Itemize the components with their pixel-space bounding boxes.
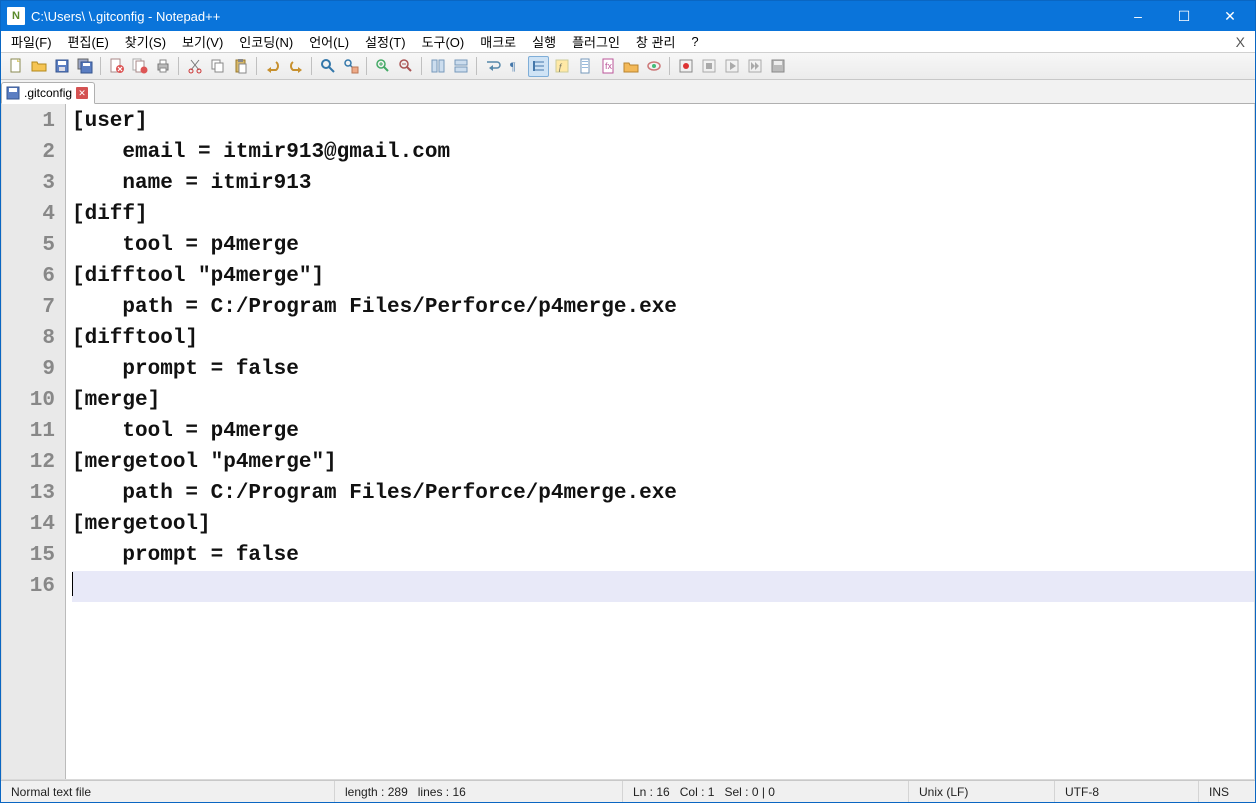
menu-language[interactable]: 언어(L) bbox=[301, 30, 357, 53]
minimize-button[interactable]: – bbox=[1115, 1, 1161, 31]
show-all-chars-icon[interactable]: ¶ bbox=[505, 56, 526, 77]
menu-edit[interactable]: 편집(E) bbox=[60, 30, 117, 53]
maximize-button[interactable]: ☐ bbox=[1161, 1, 1207, 31]
svg-text:fx: fx bbox=[605, 61, 613, 71]
doc-map-icon[interactable] bbox=[574, 56, 595, 77]
tab-gitconfig[interactable]: .gitconfig ✕ bbox=[1, 82, 95, 104]
editor-line: path = C:/Program Files/Perforce/p4merge… bbox=[72, 478, 1254, 509]
redo-icon[interactable] bbox=[285, 56, 306, 77]
editor-line: tool = p4merge bbox=[72, 230, 1254, 261]
menu-encoding[interactable]: 인코딩(N) bbox=[231, 30, 301, 53]
menu-tools[interactable]: 도구(O) bbox=[414, 30, 473, 53]
cut-icon[interactable] bbox=[184, 56, 205, 77]
app-icon-letter: N bbox=[12, 10, 20, 22]
save-icon bbox=[6, 86, 20, 100]
stop-macro-icon[interactable] bbox=[698, 56, 719, 77]
find-icon[interactable] bbox=[317, 56, 338, 77]
editor-line: prompt = false bbox=[72, 354, 1254, 385]
sync-vscroll-icon[interactable] bbox=[427, 56, 448, 77]
close-file-icon[interactable] bbox=[106, 56, 127, 77]
tab-label: .gitconfig bbox=[24, 86, 72, 100]
save-macro-icon[interactable] bbox=[767, 56, 788, 77]
paste-icon[interactable] bbox=[230, 56, 251, 77]
status-insert-mode[interactable]: INS bbox=[1199, 781, 1255, 802]
editor-line: [difftool] bbox=[72, 323, 1254, 354]
tab-strip: .gitconfig ✕ bbox=[1, 80, 1255, 104]
status-eol[interactable]: Unix (LF) bbox=[909, 781, 1055, 802]
status-bar: Normal text file length : 289 lines : 16… bbox=[1, 780, 1255, 802]
zoom-out-icon[interactable] bbox=[395, 56, 416, 77]
print-icon[interactable] bbox=[152, 56, 173, 77]
menu-macro[interactable]: 매크로 bbox=[472, 30, 524, 53]
toolbar: ¶ ƒ fx bbox=[1, 53, 1255, 80]
editor-line bbox=[72, 571, 1254, 602]
new-file-icon[interactable] bbox=[5, 56, 26, 77]
editor-line: [mergetool] bbox=[72, 509, 1254, 540]
undo-icon[interactable] bbox=[262, 56, 283, 77]
text-editor[interactable]: [user] email = itmir913@gmail.com name =… bbox=[66, 104, 1254, 779]
play-macro-icon[interactable] bbox=[721, 56, 742, 77]
window-title: C:\Users\ \.gitconfig - Notepad++ bbox=[31, 9, 220, 24]
save-icon[interactable] bbox=[51, 56, 72, 77]
monitor-icon[interactable] bbox=[643, 56, 664, 77]
editor-line: [mergetool "p4merge"] bbox=[72, 447, 1254, 478]
open-file-icon[interactable] bbox=[28, 56, 49, 77]
menu-run[interactable]: 실행 bbox=[524, 30, 564, 53]
menu-view[interactable]: 보기(V) bbox=[174, 30, 231, 53]
record-macro-icon[interactable] bbox=[675, 56, 696, 77]
copy-icon[interactable] bbox=[207, 56, 228, 77]
editor-line: path = C:/Program Files/Perforce/p4merge… bbox=[72, 292, 1254, 323]
menu-help[interactable]: ? bbox=[683, 32, 706, 51]
editor-line: email = itmir913@gmail.com bbox=[72, 137, 1254, 168]
user-lang-icon[interactable]: ƒ bbox=[551, 56, 572, 77]
editor-line: [merge] bbox=[72, 385, 1254, 416]
editor-line: [user] bbox=[72, 106, 1254, 137]
status-length-lines: length : 289 lines : 16 bbox=[335, 781, 623, 802]
zoom-in-icon[interactable] bbox=[372, 56, 393, 77]
menu-file[interactable]: 파일(F) bbox=[3, 30, 60, 53]
word-wrap-icon[interactable] bbox=[482, 56, 503, 77]
status-encoding[interactable]: UTF-8 bbox=[1055, 781, 1199, 802]
menu-window[interactable]: 창 관리 bbox=[628, 30, 684, 53]
close-all-icon[interactable] bbox=[129, 56, 150, 77]
folder-workspace-icon[interactable] bbox=[620, 56, 641, 77]
editor-line: [diff] bbox=[72, 199, 1254, 230]
save-all-icon[interactable] bbox=[74, 56, 95, 77]
replace-icon[interactable] bbox=[340, 56, 361, 77]
title-bar: N C:\Users\ \.gitconfig - Notepad++ – ☐ … bbox=[1, 1, 1255, 31]
function-list-icon[interactable]: fx bbox=[597, 56, 618, 77]
status-filetype: Normal text file bbox=[1, 781, 335, 802]
indent-guide-icon[interactable] bbox=[528, 56, 549, 77]
line-number-gutter: 12345678910111213141516 bbox=[2, 104, 66, 779]
play-macro-multi-icon[interactable] bbox=[744, 56, 765, 77]
editor-line: [difftool "p4merge"] bbox=[72, 261, 1254, 292]
menu-search[interactable]: 찾기(S) bbox=[117, 30, 174, 53]
menu-plugins[interactable]: 플러그인 bbox=[564, 30, 628, 53]
tab-close-icon[interactable]: ✕ bbox=[76, 87, 88, 99]
menu-mdi-close[interactable]: X bbox=[1228, 34, 1253, 50]
menu-bar: 파일(F) 편집(E) 찾기(S) 보기(V) 인코딩(N) 언어(L) 설정(… bbox=[1, 31, 1255, 53]
close-button[interactable]: ✕ bbox=[1207, 1, 1253, 31]
editor-line: name = itmir913 bbox=[72, 168, 1254, 199]
sync-hscroll-icon[interactable] bbox=[450, 56, 471, 77]
menu-settings[interactable]: 설정(T) bbox=[357, 30, 414, 53]
editor-area: 12345678910111213141516 [user] email = i… bbox=[1, 104, 1255, 780]
editor-line: prompt = false bbox=[72, 540, 1254, 571]
svg-text:¶: ¶ bbox=[510, 59, 516, 73]
status-position: Ln : 16 Col : 1 Sel : 0 | 0 bbox=[623, 781, 909, 802]
svg-text:ƒ: ƒ bbox=[558, 62, 563, 72]
app-icon: N bbox=[7, 7, 25, 25]
editor-line: tool = p4merge bbox=[72, 416, 1254, 447]
